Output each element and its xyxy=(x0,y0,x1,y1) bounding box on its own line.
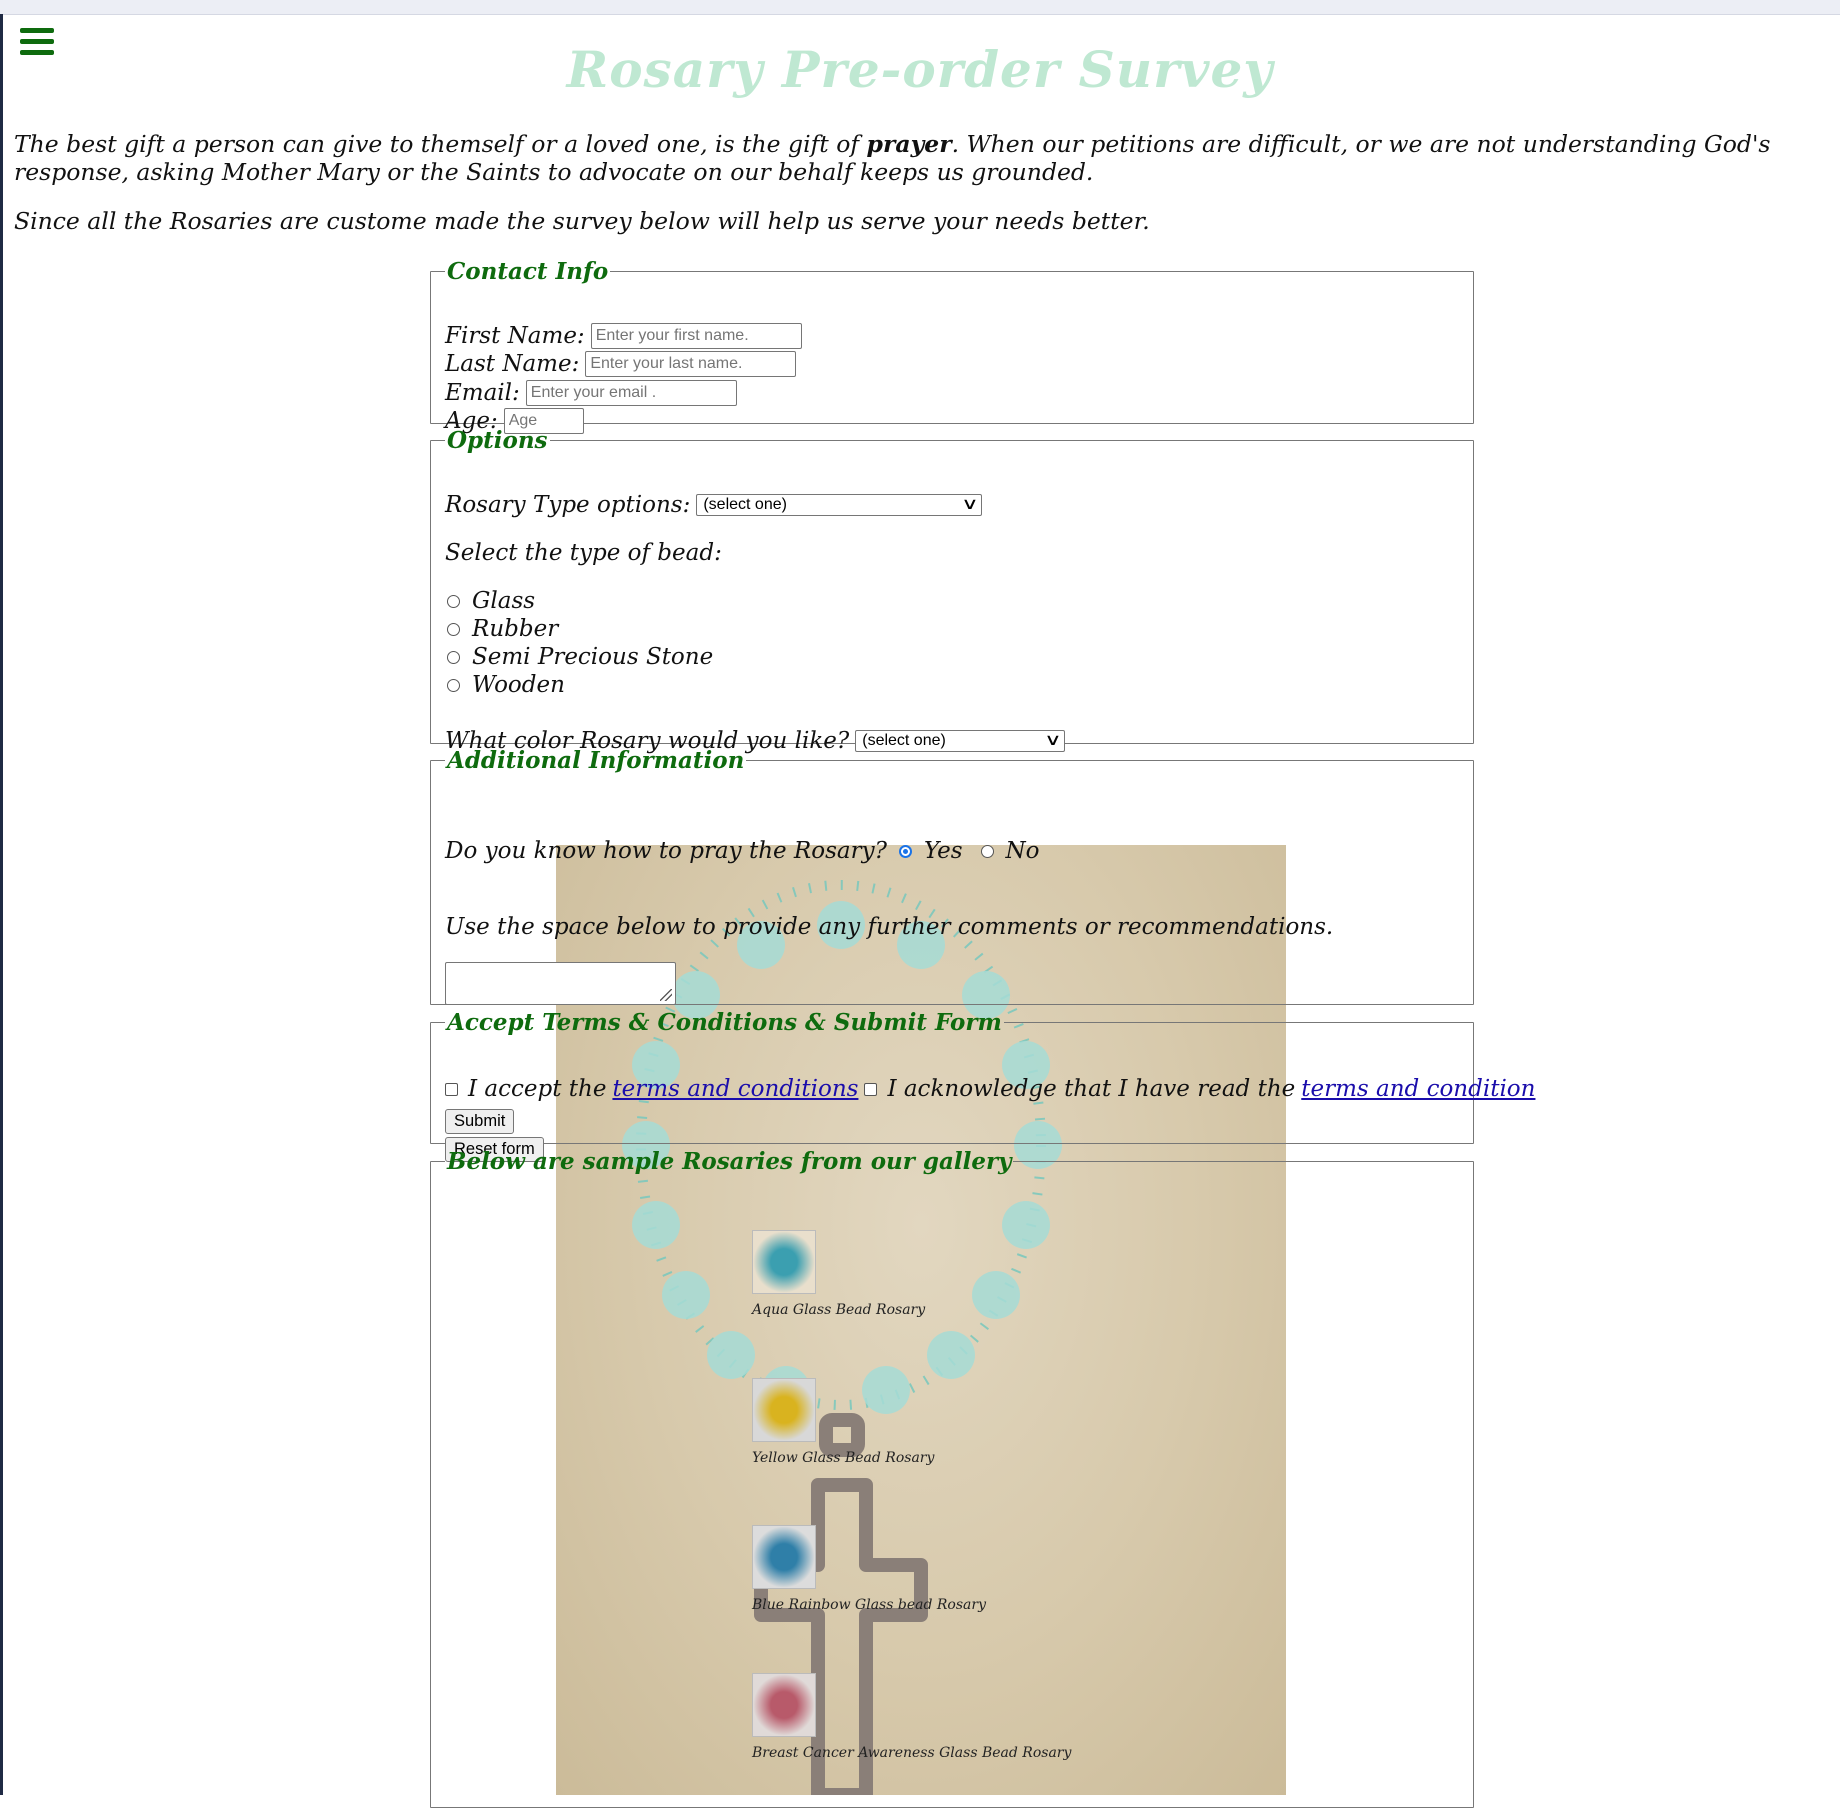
gallery-caption: Breast Cancer Awareness Glass Bead Rosar… xyxy=(752,1745,1072,1761)
bead-type-label: Select the type of bead: xyxy=(445,540,722,566)
gallery-item[interactable]: Aqua Glass Bead Rosary xyxy=(752,1230,925,1318)
intro-paragraph-2: Since all the Rosaries are custome made … xyxy=(14,207,1150,235)
terms-link-2[interactable]: terms and condition xyxy=(1301,1076,1535,1102)
acknowledge-checkbox[interactable] xyxy=(864,1082,878,1096)
no-radio-icon[interactable] xyxy=(980,844,994,858)
rosary-type-select[interactable]: (select one) ∨ xyxy=(696,494,983,516)
rosary-thumbnail[interactable] xyxy=(752,1525,816,1589)
gallery-item[interactable]: Breast Cancer Awareness Glass Bead Rosar… xyxy=(752,1673,1071,1761)
comments-label: Use the space below to provide any furth… xyxy=(445,914,1334,940)
gallery-caption: Aqua Glass Bead Rosary xyxy=(752,1302,926,1318)
contact-info-fieldset: Contact Info First Name: Last Name: Emai… xyxy=(430,258,1474,434)
rosary-type-row: Rosary Type options: (select one) ∨ xyxy=(445,492,983,518)
yes-radio-icon[interactable] xyxy=(898,844,912,858)
accept-terms-checkbox[interactable] xyxy=(445,1082,458,1096)
options-legend: Options xyxy=(447,427,548,454)
radio-icon[interactable] xyxy=(447,650,460,664)
chevron-down-icon: ∨ xyxy=(960,496,979,513)
rosary-type-value: (select one) xyxy=(703,496,787,513)
page-title: Rosary Pre-order Survey xyxy=(566,40,1274,99)
last-name-label: Last Name: xyxy=(445,351,580,377)
bead-option-rubber[interactable]: Rubber xyxy=(447,616,558,642)
radio-icon[interactable] xyxy=(447,622,460,636)
email-row: Email: xyxy=(445,380,737,406)
yes-label: Yes xyxy=(923,838,963,864)
rosary-thumbnail[interactable] xyxy=(752,1673,816,1737)
rosary-thumbnail[interactable] xyxy=(752,1378,816,1442)
intro-text-bold: prayer xyxy=(866,130,952,158)
bead-label-row: Select the type of bead: xyxy=(445,540,722,566)
rosary-type-label: Rosary Type options: xyxy=(445,492,691,518)
radio-icon[interactable] xyxy=(447,594,460,608)
pray-question-row: Do you know how to pray the Rosary? Yes … xyxy=(445,838,1040,864)
gallery-caption: Blue Rainbow Glass bead Rosary xyxy=(752,1597,986,1613)
acknowledge-label: I acknowledge that I have read the xyxy=(887,1076,1296,1102)
rosary-thumbnail[interactable] xyxy=(752,1230,816,1294)
comments-label-row: Use the space below to provide any furth… xyxy=(445,914,1333,940)
gallery-caption: Yellow Glass Bead Rosary xyxy=(752,1450,935,1466)
intro-paragraph: The best gift a person can give to thems… xyxy=(14,130,1834,186)
left-edge xyxy=(0,14,3,1795)
terms-row: I accept the terms and conditions I ackn… xyxy=(445,1076,1541,1102)
no-label: No xyxy=(1005,838,1040,864)
terms-fieldset: Accept Terms & Conditions & Submit Form … xyxy=(430,1009,1535,1162)
comments-textarea[interactable] xyxy=(445,962,676,1005)
submit-button[interactable]: Submit xyxy=(445,1109,515,1134)
accept-terms-label: I accept the xyxy=(468,1076,607,1102)
pray-question-label: Do you know how to pray the Rosary? xyxy=(445,838,887,864)
first-name-row: First Name: xyxy=(445,323,802,349)
resize-handle-icon[interactable] xyxy=(660,989,672,1001)
intro-text-pre: The best gift a person can give to thems… xyxy=(14,130,867,158)
gallery-item[interactable]: Blue Rainbow Glass bead Rosary xyxy=(752,1525,986,1613)
bead-option-wooden[interactable]: Wooden xyxy=(447,672,565,698)
top-bar xyxy=(0,0,1840,15)
additional-info-legend: Additional Information xyxy=(447,747,745,774)
options-fieldset: Options Rosary Type options: (select one… xyxy=(430,427,1474,754)
email-input[interactable] xyxy=(525,380,737,406)
bead-option-label: Glass xyxy=(472,588,536,614)
bead-option-glass[interactable]: Glass xyxy=(447,588,535,614)
first-name-input[interactable] xyxy=(590,323,802,349)
bead-option-label: Rubber xyxy=(472,616,559,642)
gallery-legend: Below are sample Rosaries from our galle… xyxy=(447,1148,1012,1175)
last-name-row: Last Name: xyxy=(445,351,797,377)
radio-icon[interactable] xyxy=(447,678,460,692)
email-label: Email: xyxy=(445,380,520,406)
terms-link[interactable]: terms and conditions xyxy=(612,1076,858,1102)
contact-info-legend: Contact Info xyxy=(447,258,609,285)
bead-option-semi-precious[interactable]: Semi Precious Stone xyxy=(447,644,713,670)
first-name-label: First Name: xyxy=(445,323,585,349)
last-name-input[interactable] xyxy=(585,351,797,377)
gallery-item[interactable]: Yellow Glass Bead Rosary xyxy=(752,1378,934,1466)
additional-info-fieldset: Additional Information Do you know how t… xyxy=(430,747,1474,1005)
terms-legend: Accept Terms & Conditions & Submit Form xyxy=(447,1009,1002,1036)
bead-option-label: Semi Precious Stone xyxy=(472,644,714,670)
bead-option-label: Wooden xyxy=(472,672,565,698)
